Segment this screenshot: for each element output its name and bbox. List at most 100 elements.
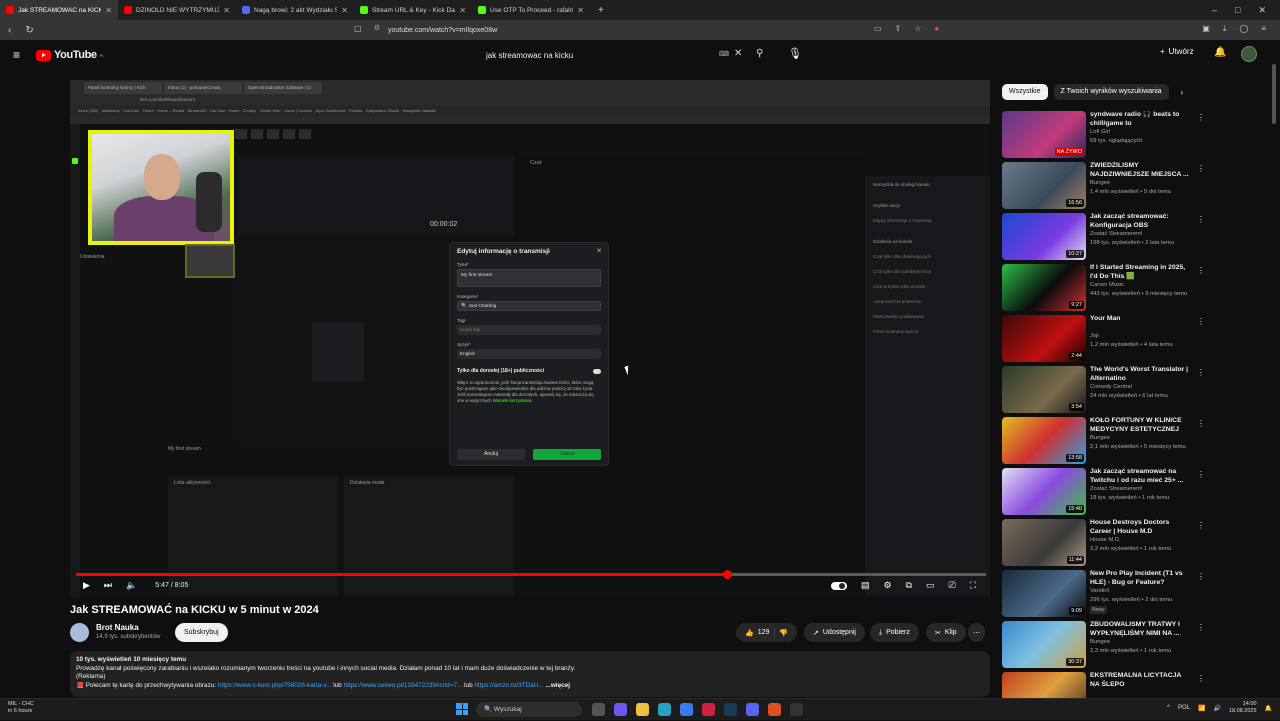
volume-icon[interactable]: 🔈	[126, 580, 137, 591]
like-dislike-button[interactable]: 👍 129 | 👎	[736, 623, 797, 642]
taskbar-clock[interactable]: 14:00 18.08.2025	[1229, 701, 1257, 715]
video-thumbnail[interactable]: 2:44	[1002, 315, 1086, 362]
thumbs-down-icon[interactable]: 👎	[779, 629, 788, 637]
recommended-video[interactable]: 13:58 KOŁO FORTUNY W KLINICE MEDYCYNY EST…	[1002, 415, 1272, 466]
recommended-video[interactable]: 11:44 House Destroys Doctors Career | Hou…	[1002, 517, 1272, 568]
browser-tab[interactable]: DZINOLD NIE WYTRZYMUJE ZE ŚMI✕	[118, 0, 236, 20]
tab-close-icon[interactable]: ✕	[459, 6, 466, 15]
video-player[interactable]: Panel kontrolny twórcy | Kick Inbox (1) …	[70, 80, 990, 598]
browser-tab[interactable]: Nagą browi: 2 akt Wydziału Specjaln✕	[236, 0, 354, 20]
recommended-title[interactable]: The World's Worst Translator | Alternati…	[1090, 366, 1190, 383]
autoplay-toggle[interactable]	[830, 581, 847, 590]
recommended-channel[interactable]: Lofi Girl	[1090, 129, 1110, 135]
more-options-icon[interactable]: ⋮	[1197, 215, 1205, 224]
video-thumbnail[interactable]: 10:27	[1002, 213, 1086, 260]
video-thumbnail[interactable]: 15:40	[1002, 468, 1086, 515]
obs-icon[interactable]	[790, 703, 803, 716]
chip-all[interactable]: Wszystkie	[1002, 84, 1048, 100]
account-avatar[interactable]	[1241, 46, 1257, 62]
browser-tab[interactable]: Stream URL & Key - Kick Dashboard ✕	[354, 0, 472, 20]
minimize-button[interactable]: –	[1212, 5, 1217, 16]
recommended-title[interactable]: KOŁO FORTUNY W KLINICE MEDYCYNY ESTETYCZ…	[1090, 417, 1190, 434]
settings-gear-icon[interactable]: ⚙	[883, 580, 891, 591]
video-thumbnail[interactable]: 9:27	[1002, 264, 1086, 311]
new-tab-button[interactable]: +	[590, 5, 612, 16]
microphone-icon[interactable]: 🎙	[788, 47, 802, 60]
taskbar-search[interactable]: 🔍 Wyszukaj	[476, 702, 582, 717]
channel-name[interactable]: Brot Nauka	[96, 623, 139, 632]
recommended-title[interactable]: syndwave radio 🎧 beats to chill/game to	[1090, 111, 1190, 128]
wifi-icon[interactable]: 📶	[1198, 705, 1205, 712]
video-thumbnail[interactable]: 3:54	[1002, 366, 1086, 413]
theater-mode-icon[interactable]: ▭	[926, 580, 935, 591]
desc-link[interactable]: https://amzn.to/3TDaU...	[474, 682, 543, 689]
recommended-title[interactable]: ZWIEDZILIŚMY NAJDZIWNIEJSZE MIEJSCA ...	[1090, 162, 1190, 179]
tab-close-icon[interactable]: ✕	[341, 6, 348, 15]
share-icon[interactable]: ⇪	[895, 24, 902, 34]
more-actions-button[interactable]: ⋯	[968, 623, 985, 642]
notifications-bell-icon[interactable]: 🔔	[1214, 47, 1226, 58]
recommended-video[interactable]: 16:56 ZWIEDZILIŚMY NAJDZIWNIEJSZE MIEJSCA…	[1002, 160, 1272, 211]
more-options-icon[interactable]: ⋮	[1197, 623, 1205, 632]
video-thumbnail[interactable]: 30:37	[1002, 621, 1086, 668]
subtitles-icon[interactable]: ▤	[861, 580, 870, 591]
tray-overflow-icon[interactable]: ^	[1167, 705, 1170, 711]
file-explorer-icon[interactable]	[636, 703, 649, 716]
more-options-icon[interactable]: ⋮	[1197, 674, 1205, 683]
recommended-channel[interactable]: Bungee	[1090, 639, 1110, 645]
clear-search-icon[interactable]: ✕	[734, 48, 742, 59]
miniplayer-icon[interactable]: ⧉	[906, 580, 912, 591]
recommended-video[interactable]: 9:09 New Pro Play Incident (T1 vs HLE) - …	[1002, 568, 1272, 619]
desc-link[interactable]: https://www.ceneo.pl/133472239#crid=7...	[344, 682, 463, 689]
store-icon[interactable]	[680, 703, 693, 716]
copilot-icon[interactable]	[614, 703, 627, 716]
windows-start-icon[interactable]	[456, 703, 468, 715]
recommended-video[interactable]: 9:27 If I Started Streaming in 2025, I'd …	[1002, 262, 1272, 313]
show-more-link[interactable]: ...więcej	[546, 682, 571, 689]
recommended-channel[interactable]: Joji	[1090, 333, 1099, 339]
back-icon[interactable]: ‹	[8, 25, 11, 36]
site-info-icon[interactable]: ⚙	[374, 24, 380, 32]
language-indicator[interactable]: POL	[1178, 705, 1190, 711]
video-progress-bar[interactable]	[76, 570, 986, 579]
recommended-video[interactable]: NA ŻYWO syndwave radio 🎧 beats to chill/g…	[1002, 109, 1272, 160]
search-icon[interactable]: ⚲	[756, 48, 763, 59]
recommended-title[interactable]: Jak zacząć streamować na Twitchu i od ra…	[1090, 468, 1190, 485]
fullscreen-icon[interactable]: ⛶	[970, 580, 976, 591]
more-options-icon[interactable]: ⋮	[1197, 521, 1205, 530]
downloads-icon[interactable]: ⤓	[1223, 24, 1227, 34]
more-options-icon[interactable]: ⋮	[1197, 164, 1205, 173]
recommended-video[interactable]: 3:54 The World's Worst Translator | Alter…	[1002, 364, 1272, 415]
recommended-channel[interactable]: Bungee	[1090, 180, 1110, 186]
video-thumbnail[interactable]: 13:58	[1002, 417, 1086, 464]
browser-tab[interactable]: Jak STREAMOWAĆ na KICKU w✕	[0, 0, 118, 20]
menu-icon[interactable]: ≡	[1261, 24, 1266, 34]
tab-close-icon[interactable]: ✕	[105, 6, 112, 15]
profile-icon[interactable]: ◯	[1239, 24, 1248, 34]
edge-icon[interactable]	[658, 703, 671, 716]
chip-from-search[interactable]: Z Twoich wyników wyszukiwania	[1053, 84, 1169, 100]
brave-icon[interactable]	[768, 703, 781, 716]
subscribe-button[interactable]: Subskrybuj	[175, 623, 228, 642]
play-icon[interactable]: ▶	[83, 580, 90, 591]
more-options-icon[interactable]: ⋮	[1197, 113, 1205, 122]
speaker-icon[interactable]: 🔊	[1214, 705, 1221, 712]
recommended-title[interactable]: Your Man	[1090, 315, 1190, 324]
more-options-icon[interactable]: ⋮	[1197, 317, 1205, 326]
recommended-channel[interactable]: Zostać Streamerem!	[1090, 231, 1143, 237]
download-button[interactable]: ⤓ Pobierz	[870, 623, 919, 642]
more-options-icon[interactable]: ⋮	[1197, 572, 1205, 581]
recommended-title[interactable]: If I Started Streaming in 2025, I'd Do T…	[1090, 264, 1190, 281]
recommended-title[interactable]: Jak zacząć streamować: Konfiguracja OBS	[1090, 213, 1190, 230]
chevron-right-icon[interactable]: ›	[1181, 88, 1184, 97]
bookmark-icon[interactable]: ▢	[354, 24, 362, 33]
weather-widget[interactable]: MIL - CHC in 6 hours	[8, 701, 34, 715]
recommended-channel[interactable]: Comedy Central	[1090, 384, 1132, 390]
address-bar[interactable]: ⚙ youtube.com/watch?v=mIlqoxe08w	[372, 23, 912, 37]
video-description[interactable]: 10 tys. wyświetleń 10 miesięcy temu Prow…	[70, 651, 990, 697]
video-thumbnail[interactable]: 16:56	[1002, 162, 1086, 209]
sidebar-icon[interactable]: ▣	[1202, 24, 1210, 34]
clip-button[interactable]: ✂ Klip	[926, 623, 966, 642]
thumbs-up-icon[interactable]: 👍	[745, 629, 754, 637]
tab-close-icon[interactable]: ✕	[223, 6, 230, 15]
